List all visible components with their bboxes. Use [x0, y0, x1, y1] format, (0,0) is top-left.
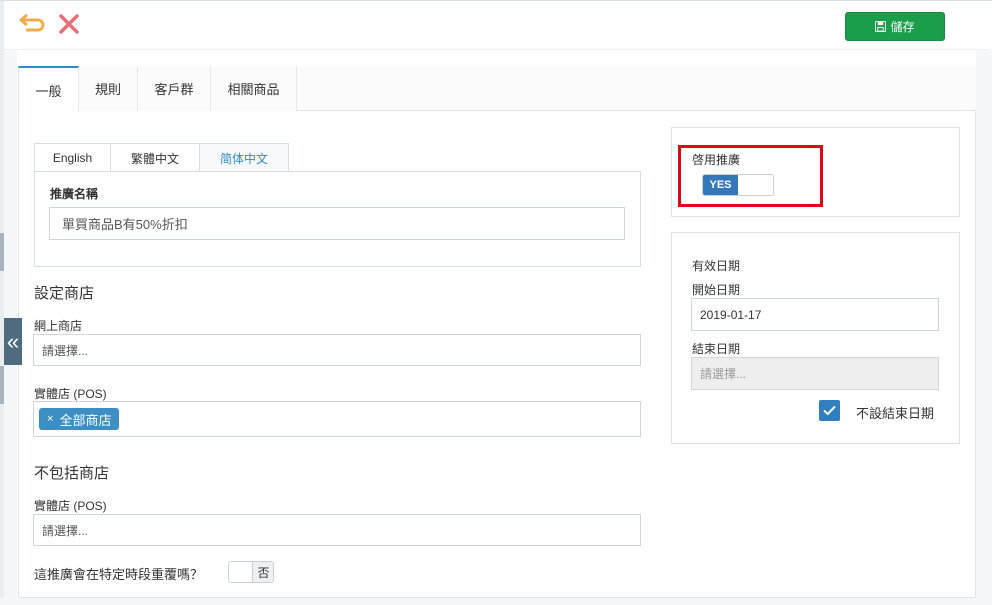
save-icon — [875, 21, 887, 32]
lang-tab-english[interactable]: English — [34, 143, 111, 172]
end-date-input: 請選擇... — [691, 357, 939, 390]
underlying-sidebar-mark — [0, 233, 4, 271]
divider — [0, 0, 992, 1]
exclude-pos-select[interactable]: 請選擇... — [33, 514, 641, 546]
repeat-toggle[interactable]: 否 — [228, 561, 274, 583]
lang-tab-simplified-chinese[interactable]: 简体中文 — [199, 143, 289, 172]
exclude-store-title: 不包括商店 — [34, 465, 110, 482]
background-strip — [0, 598, 992, 605]
close-icon[interactable] — [57, 12, 81, 36]
tab-label: 一般 — [35, 83, 62, 99]
end-date-label: 結束日期 — [692, 342, 741, 356]
lang-tab-label: 繁體中文 — [130, 151, 179, 166]
tab-rules[interactable]: 規則 — [79, 66, 138, 111]
tab-label: 規則 — [94, 82, 121, 97]
valid-date-title: 有效日期 — [692, 259, 741, 273]
save-button[interactable]: 儲存 — [845, 12, 945, 41]
online-store-label: 網上商店 — [34, 319, 83, 333]
toggle-on-label: YES — [703, 175, 738, 195]
tab-general[interactable]: 一般 — [18, 66, 79, 112]
modal-header — [4, 0, 990, 50]
selected-store-chip: × 全部商店 — [39, 408, 120, 430]
pos-store-label: 實體店 (POS) — [34, 387, 107, 401]
remove-chip-icon[interactable]: × — [47, 413, 53, 425]
promo-name-input[interactable]: 單買商品B有50%折扣 — [49, 207, 625, 240]
exclude-pos-label: 實體店 (POS) — [34, 499, 107, 513]
toggle-off-label: 否 — [252, 562, 273, 582]
lang-tab-label: 简体中文 — [219, 151, 268, 166]
tab-label: 相關商品 — [227, 82, 280, 97]
tab-label: 客戶群 — [154, 82, 194, 97]
undo-icon[interactable] — [18, 12, 46, 36]
tab-customer-group[interactable]: 客戶群 — [138, 66, 211, 111]
start-date-input[interactable]: 2019-01-17 — [691, 298, 939, 331]
start-date-label: 開始日期 — [692, 283, 741, 297]
no-end-date-label: 不設結束日期 — [856, 406, 935, 421]
save-button-label: 儲存 — [890, 20, 915, 34]
no-end-date-checkbox[interactable] — [819, 400, 840, 421]
chip-label: 全部商店 — [59, 412, 112, 428]
background-strip — [976, 50, 992, 605]
repeat-question: 這推廣會在特定時段重覆嗎？ — [34, 567, 204, 582]
lang-tab-label: English — [52, 151, 93, 165]
enable-label: 啓用推廣 — [692, 153, 741, 167]
tab-related-products[interactable]: 相關商品 — [211, 66, 297, 111]
pos-store-select[interactable]: × 全部商店 — [33, 401, 641, 437]
enable-toggle[interactable]: YES — [702, 174, 774, 196]
set-store-title: 設定商店 — [34, 285, 95, 302]
online-store-select[interactable]: 請選擇... — [33, 334, 641, 366]
sidebar-collapse-handle[interactable]: « — [4, 318, 22, 365]
underlying-sidebar-mark — [0, 366, 4, 404]
promo-name-label: 推廣名稱 — [50, 187, 99, 201]
check-icon — [823, 405, 836, 416]
lang-tab-traditional-chinese[interactable]: 繁體中文 — [110, 143, 200, 172]
